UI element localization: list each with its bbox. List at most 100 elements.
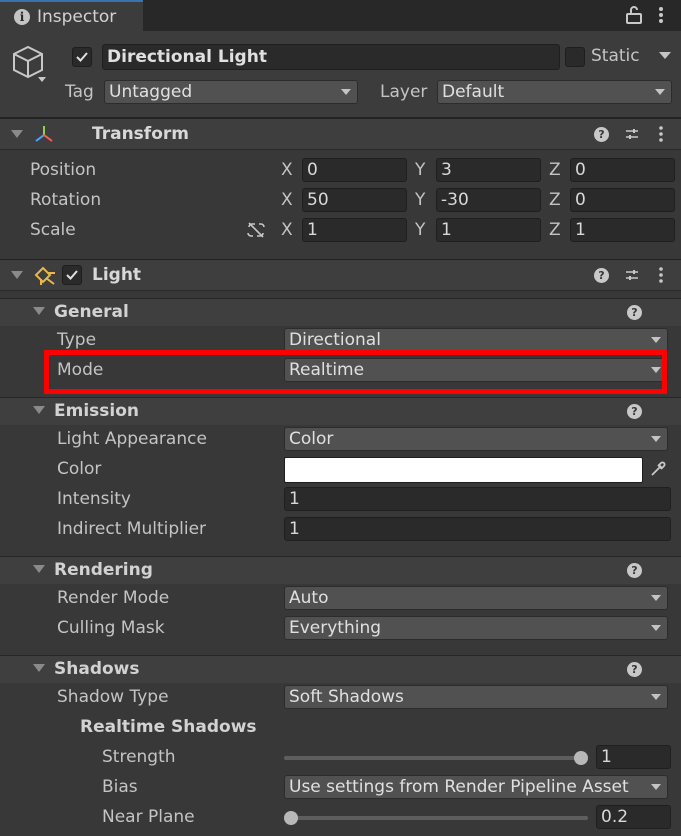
near-plane-label: Near Plane — [102, 807, 195, 827]
near-plane-slider-thumb[interactable] — [284, 811, 298, 825]
presets-icon[interactable] — [625, 268, 639, 282]
static-checkbox[interactable] — [565, 47, 585, 67]
rotation-y-axis[interactable]: Y — [415, 190, 425, 210]
shadows-title: Shadows — [54, 659, 140, 679]
tab-inspector[interactable]: i Inspector — [0, 0, 143, 31]
scale-x-axis[interactable]: X — [281, 220, 293, 240]
rotation-x-input[interactable]: 50 — [302, 188, 407, 212]
object-name-input[interactable]: Directional Light — [102, 44, 560, 70]
scale-y-axis[interactable]: Y — [415, 220, 425, 240]
culling-mask-dropdown[interactable]: Everything — [284, 616, 668, 640]
bias-label: Bias — [102, 777, 138, 797]
light-enabled-checkbox[interactable] — [62, 265, 82, 285]
gameobject-cube-icon[interactable] — [10, 44, 46, 84]
position-z-input[interactable]: 0 — [570, 158, 675, 182]
scale-y-input[interactable]: 1 — [436, 218, 541, 242]
type-label: Type — [57, 330, 97, 350]
chevron-down-icon — [341, 89, 351, 95]
render-mode-label: Render Mode — [57, 588, 170, 608]
culling-mask-value: Everything — [289, 618, 382, 638]
emission-foldout-icon[interactable] — [33, 406, 45, 414]
tag-label: Tag — [65, 82, 94, 102]
near-plane-slider-track[interactable] — [284, 816, 588, 820]
shadow-type-dropdown[interactable]: Soft Shadows — [284, 685, 668, 709]
intensity-label: Intensity — [57, 489, 131, 509]
light-icon — [34, 266, 55, 285]
chevron-down-icon — [655, 89, 665, 95]
layer-dropdown[interactable]: Default — [437, 80, 672, 104]
light-appearance-label: Light Appearance — [57, 429, 207, 449]
help-icon[interactable]: ? — [594, 268, 609, 283]
rotation-y-input[interactable]: -30 — [436, 188, 541, 212]
general-foldout-icon[interactable] — [33, 307, 45, 315]
more-options-icon[interactable] — [655, 5, 667, 25]
info-icon: i — [14, 9, 30, 25]
rotation-x-axis[interactable]: X — [281, 190, 293, 210]
render-mode-dropdown[interactable]: Auto — [284, 586, 668, 610]
strength-slider-thumb[interactable] — [574, 751, 588, 765]
light-title: Light — [92, 265, 142, 285]
intensity-input[interactable]: 1 — [284, 487, 671, 511]
presets-icon[interactable] — [625, 127, 639, 141]
static-label: Static — [591, 46, 640, 66]
lock-icon[interactable] — [626, 6, 642, 24]
chevron-down-icon — [651, 625, 661, 631]
shadow-type-label: Shadow Type — [57, 687, 169, 707]
chevron-down-icon — [651, 784, 661, 790]
bias-dropdown[interactable]: Use settings from Render Pipeline Asset — [284, 775, 668, 799]
rotation-z-axis[interactable]: Z — [549, 190, 561, 210]
help-icon[interactable]: ? — [627, 305, 642, 320]
position-label: Position — [30, 160, 97, 180]
tag-dropdown[interactable]: Untagged — [104, 80, 358, 104]
type-value: Directional — [289, 330, 381, 350]
tab-title: Inspector — [37, 7, 117, 27]
near-plane-input[interactable]: 0.2 — [596, 805, 671, 829]
strength-input[interactable]: 1 — [596, 745, 671, 769]
chevron-down-icon — [651, 436, 661, 442]
shadow-type-value: Soft Shadows — [289, 687, 404, 707]
component-menu-icon[interactable] — [657, 125, 665, 143]
indirect-multiplier-input[interactable]: 1 — [284, 517, 671, 541]
position-y-axis[interactable]: Y — [415, 160, 425, 180]
light-foldout-icon[interactable] — [11, 271, 23, 279]
color-swatch[interactable] — [284, 457, 643, 483]
scale-z-input[interactable]: 1 — [570, 218, 675, 242]
unlink-icon[interactable] — [246, 222, 266, 238]
rotation-label: Rotation — [30, 190, 102, 210]
bias-value: Use settings from Render Pipeline Asset — [289, 777, 629, 797]
chevron-down-icon — [651, 337, 661, 343]
layer-value: Default — [442, 82, 505, 102]
light-appearance-dropdown[interactable]: Color — [284, 427, 668, 451]
position-z-axis[interactable]: Z — [549, 160, 561, 180]
help-icon[interactable]: ? — [627, 563, 642, 578]
scale-x-input[interactable]: 1 — [302, 218, 407, 242]
strength-label: Strength — [102, 747, 176, 767]
static-dropdown-arrow-icon[interactable] — [659, 52, 671, 60]
rendering-foldout-icon[interactable] — [33, 565, 45, 573]
eyedropper-icon[interactable] — [648, 459, 668, 479]
position-y-input[interactable]: 3 — [436, 158, 541, 182]
layer-label: Layer — [380, 82, 428, 102]
help-icon[interactable]: ? — [594, 127, 609, 142]
tag-value: Untagged — [109, 82, 193, 102]
help-icon[interactable]: ? — [627, 662, 642, 677]
color-label: Color — [57, 459, 102, 479]
strength-slider-track[interactable] — [284, 756, 588, 760]
position-x-input[interactable]: 0 — [302, 158, 407, 182]
checkmark-icon — [76, 52, 88, 62]
component-menu-icon[interactable] — [657, 266, 665, 284]
transform-foldout-icon[interactable] — [11, 130, 23, 138]
general-title: General — [54, 302, 129, 322]
indirect-multiplier-label: Indirect Multiplier — [57, 519, 207, 539]
position-x-axis[interactable]: X — [281, 160, 293, 180]
help-icon[interactable]: ? — [627, 404, 642, 419]
transform-axes-icon — [35, 126, 53, 142]
rotation-z-input[interactable]: 0 — [570, 188, 675, 212]
type-dropdown[interactable]: Directional — [284, 328, 668, 352]
active-checkbox[interactable] — [72, 47, 92, 67]
scale-z-axis[interactable]: Z — [549, 220, 561, 240]
shadows-foldout-icon[interactable] — [33, 664, 45, 672]
scale-label: Scale — [30, 220, 76, 240]
mode-highlight-box — [44, 350, 667, 394]
chevron-down-icon — [651, 694, 661, 700]
